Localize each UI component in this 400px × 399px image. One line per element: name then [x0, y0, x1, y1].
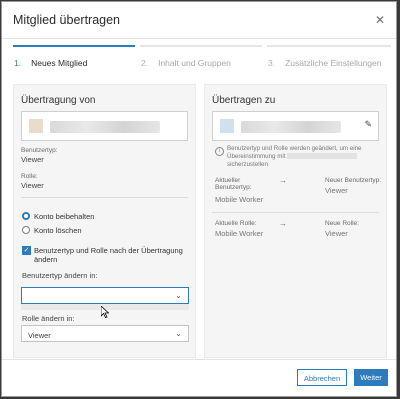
role-select[interactable]: Viewer ⌄ — [21, 325, 189, 342]
stepper: 1. Neues Mitglied 2. Inhalt und Gruppen 3.… — [13, 45, 391, 75]
close-icon[interactable]: ✕ — [375, 13, 385, 27]
radio-delete-account[interactable] — [22, 226, 30, 234]
new-type-value: Viewer — [325, 186, 348, 195]
new-role-value: Viewer — [325, 229, 348, 238]
dialog-header: Mitglied übertragen ✕ — [2, 2, 396, 39]
current-role-value: Mobile Worker — [215, 229, 264, 238]
radio-keep-account[interactable] — [22, 212, 30, 220]
redacted-name — [287, 153, 358, 160]
avatar — [29, 119, 43, 133]
transfer-member-dialog: Mitglied übertragen ✕ 1. Neues Mitglied 2… — [1, 1, 397, 397]
new-type-label: Neuer Benutzertyp: — [325, 177, 382, 184]
divider — [212, 212, 379, 213]
current-role-label: Aktuelle Rolle: — [215, 220, 257, 227]
checkbox-label: Benutzertyp und Rolle nach der Übertragu… — [34, 246, 183, 264]
arrow-right-icon: → — [279, 176, 287, 185]
change-type-role-checkbox[interactable]: ✓ — [22, 246, 31, 255]
role-label: Rolle: — [21, 173, 38, 180]
panel-title: Übertragen zu — [212, 95, 276, 106]
arrow-right-icon: → — [279, 219, 287, 228]
divider — [21, 197, 188, 198]
user-type-value: Viewer — [21, 155, 44, 164]
dialog-footer: Abbrechen Weiter — [2, 359, 396, 396]
info-icon: i — [215, 147, 224, 156]
step-number: 2. — [141, 58, 149, 68]
info-note-end: sicherzustellen — [227, 161, 268, 168]
new-role-label: Neue Rolle: — [325, 220, 359, 227]
target-user-card: ✎ — [212, 111, 379, 141]
redacted-user-name — [241, 121, 341, 133]
step-number: 3. — [268, 58, 276, 68]
redacted-user-name — [50, 121, 160, 133]
next-button[interactable]: Weiter — [354, 369, 388, 386]
radio-delete-label: Konto löschen — [34, 226, 82, 235]
transfer-to-panel: Übertragen zu ✎ i Benutzertyp und Rolle … — [204, 84, 387, 358]
chevron-down-icon: ⌄ — [175, 291, 182, 300]
role-value: Viewer — [21, 181, 44, 190]
step-label: Zusätzliche Einstellungen — [285, 58, 382, 68]
step-label: Inhalt und Gruppen — [158, 58, 231, 68]
change-type-label: Benutzertyp ändern in: — [22, 271, 98, 280]
user-type-label: Benutzertyp: — [21, 147, 58, 154]
dialog-title: Mitglied übertragen — [13, 13, 121, 27]
current-type-value: Mobile Worker — [215, 195, 264, 204]
cancel-button[interactable]: Abbrechen — [297, 369, 347, 386]
edit-pencil-icon[interactable]: ✎ — [364, 119, 372, 130]
radio-keep-label: Konto beibehalten — [34, 212, 95, 221]
step-new-member[interactable]: 1. Neues Mitglied — [13, 45, 135, 75]
change-role-label: Rolle ändern in: — [22, 314, 75, 323]
chevron-down-icon: ⌄ — [175, 329, 182, 338]
info-note: Benutzertyp und Rolle werden geändert, u… — [227, 145, 382, 169]
mouse-cursor-icon — [101, 306, 109, 318]
panel-title: Übertragung von — [21, 95, 96, 106]
step-additional-settings[interactable]: 3. Zusätzliche Einstellungen — [267, 45, 391, 75]
step-number: 1. — [14, 58, 22, 68]
step-content-groups[interactable]: 2. Inhalt und Gruppen — [140, 45, 262, 75]
select-value: Viewer — [28, 331, 51, 340]
source-user-card — [21, 111, 188, 141]
user-type-select[interactable]: ⌄ — [21, 287, 189, 304]
current-type-label: Aktueller Benutzertyp: — [215, 177, 252, 191]
step-label: Neues Mitglied — [31, 58, 88, 68]
avatar — [220, 119, 234, 133]
